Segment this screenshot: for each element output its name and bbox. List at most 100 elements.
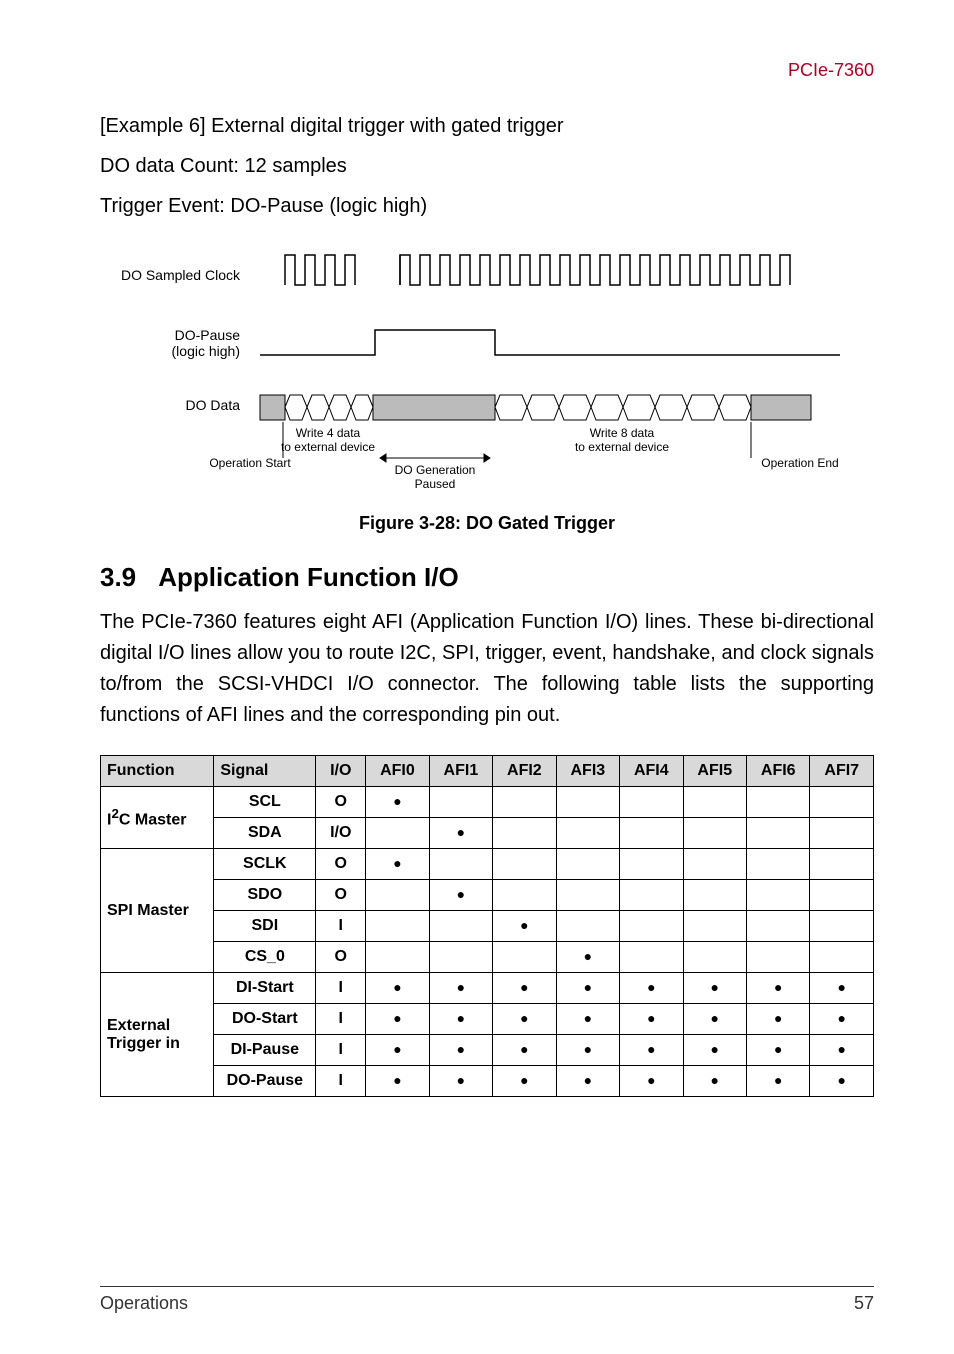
afi-cell [493, 942, 556, 973]
th-afi6: AFI6 [747, 756, 810, 787]
afi-cell [620, 787, 683, 818]
th-io: I/O [316, 756, 366, 787]
afi-cell: ● [493, 911, 556, 942]
afi-cell: ● [366, 973, 429, 1004]
afi-cell [683, 911, 746, 942]
afi-cell [620, 818, 683, 849]
section-heading: 3.9 Application Function I/O [100, 562, 874, 593]
io-cell: I [316, 1066, 366, 1097]
paused2-label: Paused [415, 477, 456, 491]
figure-caption: Figure 3-28: DO Gated Trigger [100, 513, 874, 534]
io-cell: O [316, 849, 366, 880]
afi-cell [683, 818, 746, 849]
afi-cell: ● [747, 1066, 810, 1097]
write4-label: Write 4 data [296, 426, 361, 440]
example-line: [Example 6] External digital trigger wit… [100, 110, 874, 142]
afi-cell: ● [493, 1066, 556, 1097]
opstart-label: Operation Start [209, 456, 291, 470]
table-row: DO-PauseI●●●●●●●● [101, 1066, 874, 1097]
afi-cell [556, 787, 619, 818]
table-row: CS_0O● [101, 942, 874, 973]
section-paragraph: The PCIe-7360 features eight AFI (Applic… [100, 607, 874, 731]
pause-label: DO-Pause [175, 327, 241, 343]
clk-label: DO Sampled Clock [121, 267, 241, 283]
footer-left: Operations [100, 1293, 188, 1314]
afi-cell: ● [747, 1035, 810, 1066]
afi-cell: ● [429, 1066, 492, 1097]
afi-cell [810, 818, 874, 849]
pause-sub-label: (logic high) [172, 343, 240, 359]
afi-cell [429, 787, 492, 818]
afi-cell: ● [810, 1066, 874, 1097]
afi-cell: ● [556, 1004, 619, 1035]
table-header-row: Function Signal I/O AFI0 AFI1 AFI2 AFI3 … [101, 756, 874, 787]
opend-label: Operation End [761, 456, 838, 470]
signal-cell: DI-Start [214, 973, 316, 1004]
section-title: Application Function I/O [158, 562, 458, 592]
th-afi4: AFI4 [620, 756, 683, 787]
afi-cell: ● [556, 1066, 619, 1097]
signal-cell: SDI [214, 911, 316, 942]
th-signal: Signal [214, 756, 316, 787]
afi-cell [493, 818, 556, 849]
table-row: SPI MasterSCLKO● [101, 849, 874, 880]
signal-cell: SCLK [214, 849, 316, 880]
afi-cell [683, 942, 746, 973]
afi-cell: ● [747, 1004, 810, 1035]
func-cell: External Trigger in [101, 973, 214, 1097]
th-afi2: AFI2 [493, 756, 556, 787]
afi-cell [810, 880, 874, 911]
th-afi5: AFI5 [683, 756, 746, 787]
afi-cell: ● [683, 1066, 746, 1097]
table-row: DI-PauseI●●●●●●●● [101, 1035, 874, 1066]
afi-cell: ● [620, 1004, 683, 1035]
afi-cell [620, 911, 683, 942]
th-afi0: AFI0 [366, 756, 429, 787]
afi-cell [429, 942, 492, 973]
afi-cell [620, 849, 683, 880]
write8-label: Write 8 data [590, 426, 655, 440]
table-row: DO-StartI●●●●●●●● [101, 1004, 874, 1035]
afi-cell [683, 849, 746, 880]
afi-cell: ● [683, 973, 746, 1004]
afi-cell [620, 942, 683, 973]
afi-cell: ● [493, 1004, 556, 1035]
afi-cell: ● [620, 1035, 683, 1066]
table-row: External Trigger inDI-StartI●●●●●●●● [101, 973, 874, 1004]
io-cell: O [316, 787, 366, 818]
afi-cell [556, 880, 619, 911]
io-cell: I [316, 911, 366, 942]
afi-cell: ● [429, 1035, 492, 1066]
afi-cell: ● [493, 1035, 556, 1066]
afi-cell: ● [366, 1066, 429, 1097]
afi-cell [493, 880, 556, 911]
afi-cell: ● [620, 973, 683, 1004]
data-count-line: DO data Count: 12 samples [100, 150, 874, 182]
afi-cell [747, 911, 810, 942]
header-product: PCIe-7360 [788, 60, 874, 81]
afi-cell: ● [366, 1035, 429, 1066]
afi-cell [429, 849, 492, 880]
table-row: I2C MasterSCLO● [101, 787, 874, 818]
signal-cell: DO-Pause [214, 1066, 316, 1097]
write8b-label: to external device [575, 440, 669, 454]
afi-cell [556, 818, 619, 849]
afi-cell: ● [556, 973, 619, 1004]
afi-cell: ● [683, 1004, 746, 1035]
afi-cell: ● [366, 787, 429, 818]
afi-cell: ● [366, 849, 429, 880]
page-footer: Operations 57 [100, 1286, 874, 1314]
signal-cell: DI-Pause [214, 1035, 316, 1066]
afi-cell [556, 911, 619, 942]
io-cell: I [316, 1004, 366, 1035]
afi-cell: ● [556, 1035, 619, 1066]
func-cell: SPI Master [101, 849, 214, 973]
afi-cell [366, 911, 429, 942]
afi-cell: ● [429, 1004, 492, 1035]
afi-cell [747, 818, 810, 849]
signal-cell: CS_0 [214, 942, 316, 973]
afi-cell [683, 787, 746, 818]
th-afi3: AFI3 [556, 756, 619, 787]
afi-cell [683, 880, 746, 911]
th-afi7: AFI7 [810, 756, 874, 787]
